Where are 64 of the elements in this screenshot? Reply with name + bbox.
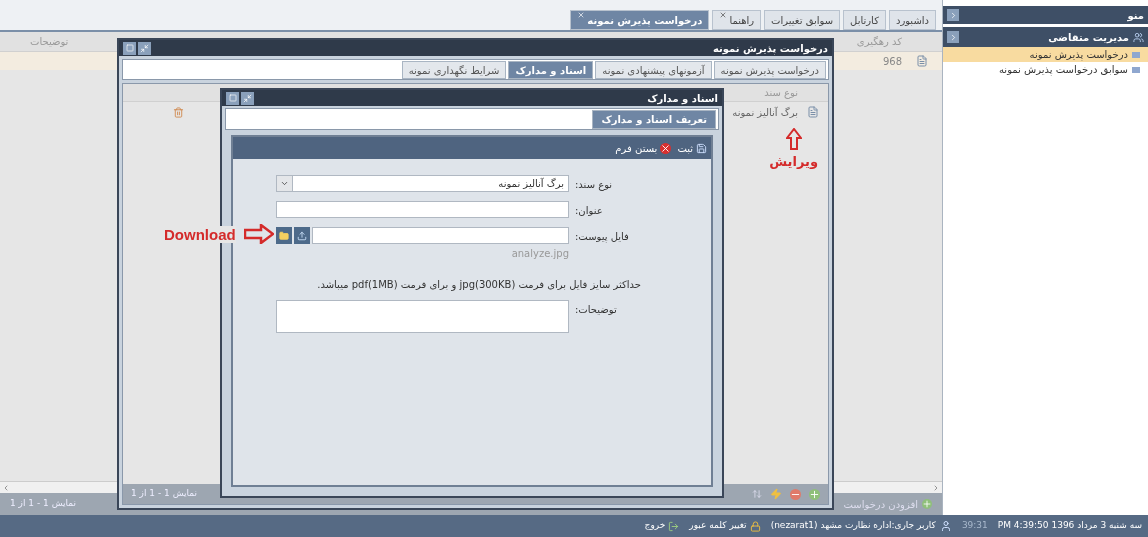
field-label: توضیحات: — [575, 303, 618, 317]
current-user: کاربر جاری:اداره نظارت مشهد (nezarat1) — [770, 519, 936, 533]
tab[interactable]: داشبورد — [888, 10, 936, 30]
exit-icon — [668, 520, 680, 532]
window-title: درخواست پذیرش نمونه — [712, 41, 828, 56]
exit-button[interactable]: خروج — [644, 519, 680, 533]
group-icon — [1133, 31, 1144, 43]
file-name: analyze.jpg — [510, 247, 569, 261]
file-input[interactable] — [312, 227, 569, 244]
user-icon — [939, 520, 952, 532]
upload-icon — [297, 230, 307, 241]
folder-icon — [279, 230, 289, 241]
remove-icon[interactable] — [790, 488, 801, 500]
up-arrow-icon — [785, 128, 802, 150]
date-time: سه شنبه 3 مرداد 1396 PM 4:39:50 — [997, 519, 1142, 533]
field-label: نوع سند: — [575, 178, 614, 192]
field-label: فایل پیوست: — [575, 230, 630, 244]
save-button[interactable]: ثبت — [677, 140, 707, 156]
column-header: نوع سند — [764, 86, 798, 100]
dropdown-icon[interactable] — [277, 176, 293, 191]
scroll-left-icon[interactable] — [2, 483, 10, 492]
tab[interactable]: درخواست پذیرش نمونه — [570, 10, 710, 30]
tab[interactable]: شرایط نگهداری نمونه — [401, 61, 507, 79]
description-textarea[interactable] — [276, 300, 569, 333]
tab[interactable]: راهنما — [712, 10, 762, 30]
change-password-button[interactable]: تغییر کلمه عبور — [689, 519, 761, 533]
tab[interactable]: آزمونهای پیشنهادی نمونه — [595, 61, 712, 79]
paging-text: نمایش 1 - 1 از 1 — [131, 487, 198, 501]
field-label: عنوان: — [575, 204, 604, 218]
collapse-icon[interactable] — [947, 31, 959, 43]
download-button[interactable] — [276, 227, 292, 244]
collapse-icon[interactable] — [947, 9, 959, 21]
paging-text: نمایش 1 - 1 از 1 — [10, 497, 77, 511]
right-arrow-icon — [243, 224, 274, 244]
table-cell-text: برگ آنالیز نمونه — [732, 105, 798, 120]
doc-type-select[interactable]: برگ آنالیز نمونه — [276, 175, 569, 192]
upload-button[interactable] — [294, 227, 310, 244]
tab[interactable]: کارتابل — [843, 10, 886, 30]
tab[interactable]: درخواست پذیرش نمونه — [713, 61, 826, 79]
group-header[interactable]: مدیریت متقاضی — [943, 27, 1148, 47]
lightning-icon[interactable] — [770, 488, 782, 500]
column-header: توضیحات — [30, 35, 69, 49]
sidebar-title: منو — [1127, 8, 1144, 23]
table-cell-text: 968 — [882, 54, 902, 69]
column-header: کد رهگیری — [855, 35, 902, 49]
file-size-note: حداکثر سایز فایل برای فرمت jpg(300KB) و برای فرمت pdf(1MB) میباشد. — [316, 278, 641, 292]
tab[interactable]: سوابق تغییرات — [764, 10, 841, 30]
edit-annotation: ویرایش — [769, 153, 818, 171]
close-form-button[interactable]: بستن فرم — [615, 140, 672, 156]
title-input[interactable] — [276, 201, 569, 218]
session-timer: 39:31 — [961, 519, 988, 533]
menu-item[interactable]: درخواست پذیرش نمونه — [943, 47, 1148, 62]
sort-icon[interactable] — [752, 489, 762, 499]
group-title: مدیریت متقاضی — [1048, 30, 1129, 45]
scroll-right-icon[interactable] — [932, 483, 940, 492]
plus-icon — [922, 499, 932, 509]
delete-icon[interactable] — [173, 106, 184, 118]
save-icon — [696, 142, 707, 154]
menu-item[interactable]: سوابق درخواست پذیرش نمونه — [943, 62, 1148, 77]
add-icon[interactable] — [809, 488, 820, 500]
window-title: اسناد و مدارک — [647, 91, 718, 106]
lock-icon — [749, 520, 761, 532]
tab[interactable]: تعریف اسناد و مدارک — [592, 110, 716, 129]
tab[interactable]: اسناد و مدارک — [508, 61, 594, 79]
